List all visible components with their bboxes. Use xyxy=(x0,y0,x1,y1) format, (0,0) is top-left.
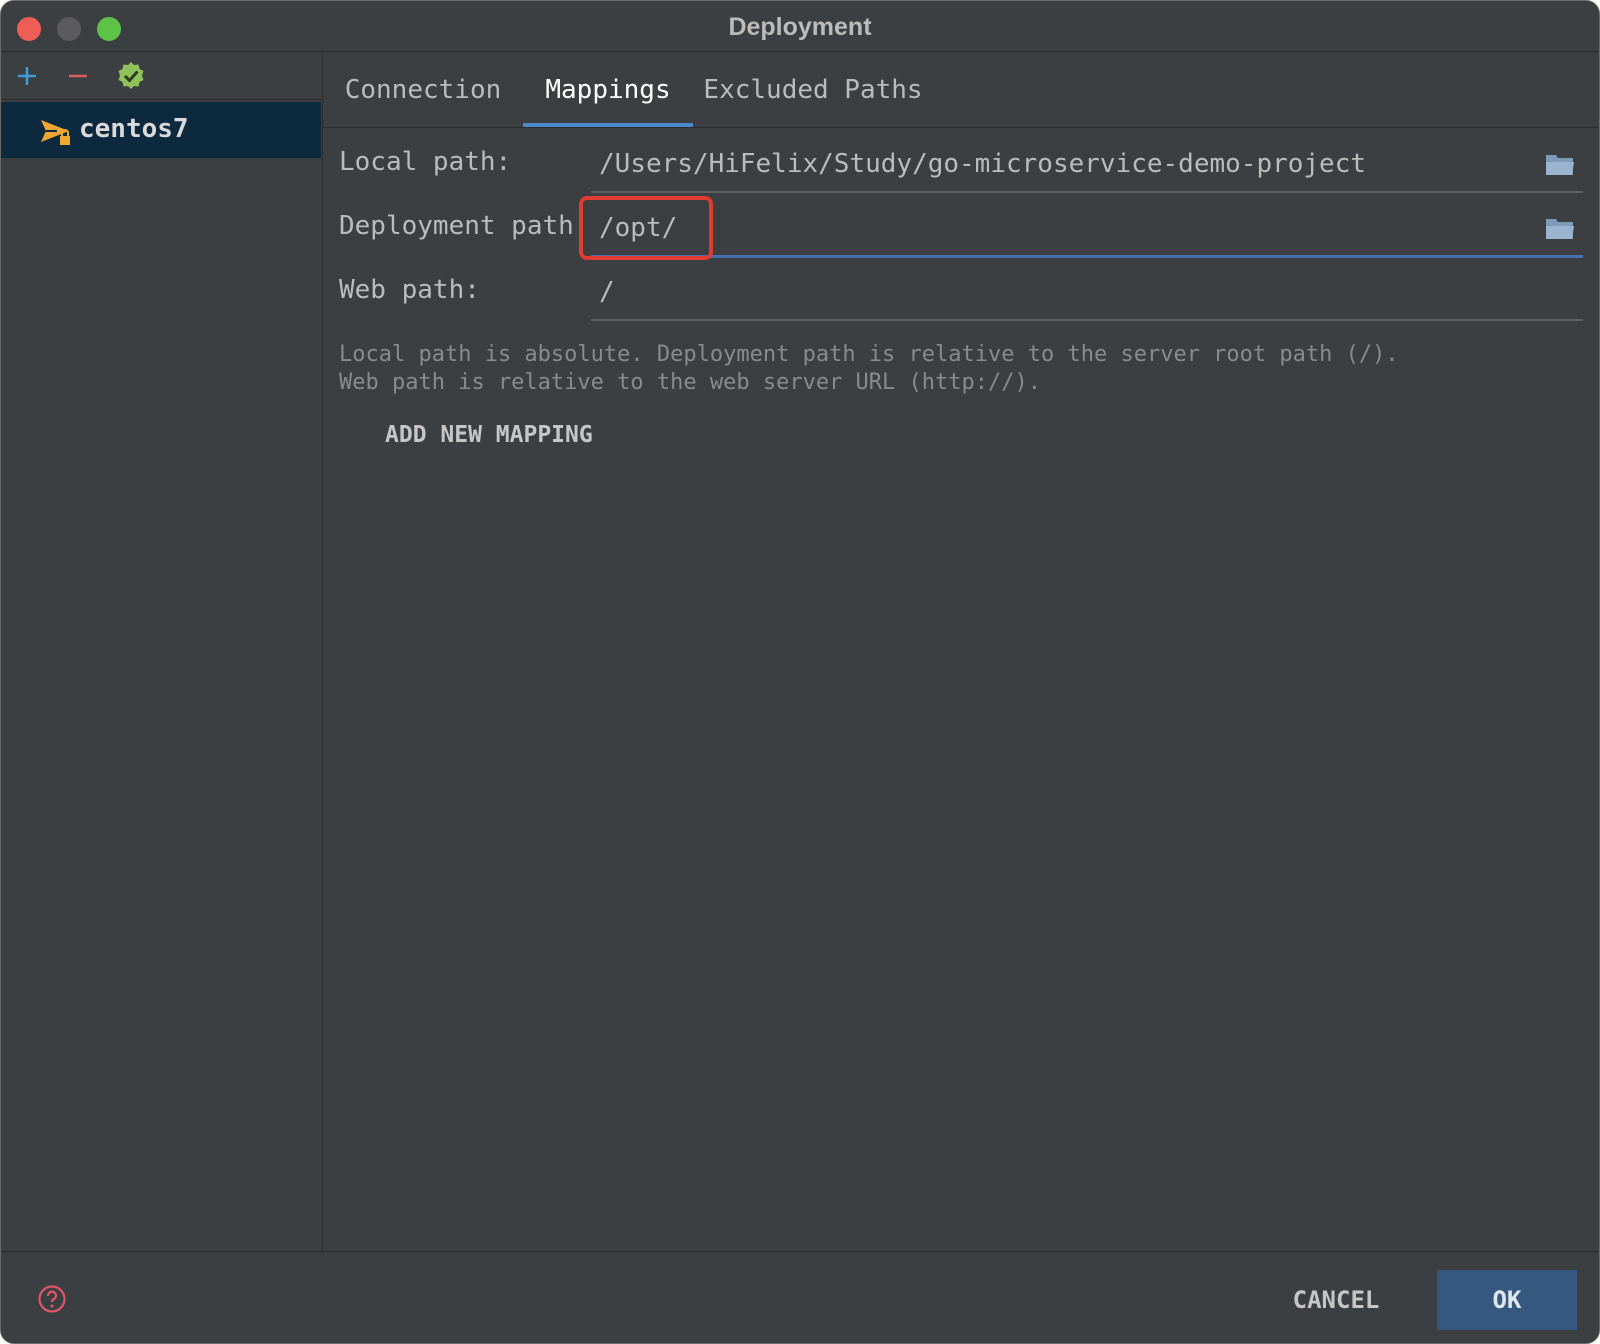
deployment-dialog: Deployment centos7 Connection Mappings E… xyxy=(0,0,1600,1344)
mapping-hint-line-2: Web path is relative to the web server U… xyxy=(339,370,1041,395)
tab-excluded-paths[interactable]: Excluded Paths xyxy=(693,52,933,127)
settings-tabs: Connection Mappings Excluded Paths xyxy=(323,52,1599,128)
local-path-field[interactable]: /Users/HiFelix/Study/go-microservice-dem… xyxy=(591,141,1583,193)
window-title: Deployment xyxy=(728,13,872,41)
web-path-label: Web path: xyxy=(339,275,480,305)
tab-connection[interactable]: Connection xyxy=(323,52,523,127)
title-bar: Deployment xyxy=(1,1,1599,52)
server-item-label: centos7 xyxy=(79,114,189,144)
browse-folder-icon[interactable] xyxy=(1545,151,1575,177)
add-new-mapping-button[interactable]: ADD NEW MAPPING xyxy=(385,422,593,448)
active-tab-indicator xyxy=(523,123,693,127)
remove-server-button[interactable] xyxy=(60,58,96,94)
tab-mappings[interactable]: Mappings xyxy=(523,52,693,127)
check-badge-icon xyxy=(118,62,144,89)
web-path-field[interactable]: / xyxy=(591,269,1583,321)
use-as-default-button[interactable] xyxy=(113,58,149,94)
add-server-button[interactable] xyxy=(9,58,45,94)
help-icon[interactable] xyxy=(37,1284,67,1314)
server-settings-panel: Connection Mappings Excluded Paths Local… xyxy=(323,52,1599,1251)
local-path-label: Local path: xyxy=(339,147,512,177)
minus-icon xyxy=(69,74,87,78)
sftp-server-icon xyxy=(41,120,70,145)
plus-icon xyxy=(18,67,36,85)
ok-button[interactable]: OK xyxy=(1437,1270,1577,1330)
deployment-path-field[interactable]: /opt/ xyxy=(591,205,1583,258)
local-path-value: /Users/HiFelix/Study/go-microservice-dem… xyxy=(599,149,1367,179)
server-list-toolbar xyxy=(1,52,322,100)
cancel-button[interactable]: CANCEL xyxy=(1271,1270,1401,1330)
mapping-hint-line-1: Local path is absolute. Deployment path … xyxy=(339,342,1399,367)
server-item-centos7[interactable]: centos7 xyxy=(1,102,321,158)
highlight-annotation xyxy=(579,196,713,260)
web-path-value: / xyxy=(599,277,615,307)
server-list-panel: centos7 xyxy=(1,52,323,1251)
deployment-path-label: Deployment path xyxy=(339,211,574,241)
dialog-footer: CANCEL OK xyxy=(1,1251,1599,1343)
browse-folder-icon[interactable] xyxy=(1545,215,1575,241)
